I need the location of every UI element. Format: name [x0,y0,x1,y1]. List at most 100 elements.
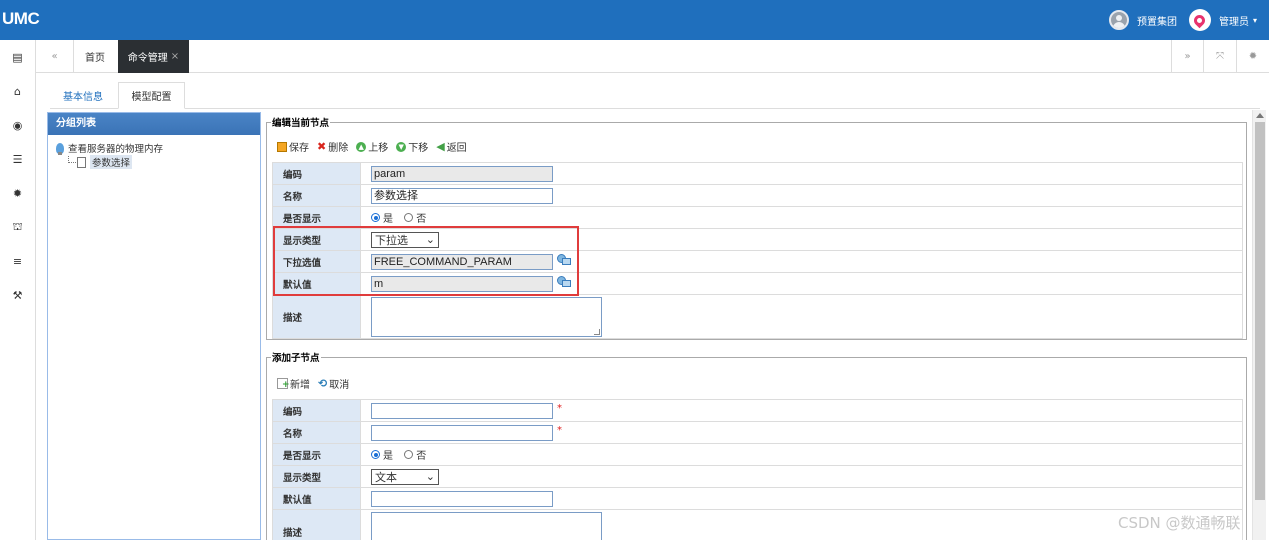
display-label: 是否显示 [272,443,361,466]
new-button[interactable]: 新增 [277,376,310,391]
move-down-button[interactable]: ▼ 下移 [396,139,428,154]
description-textarea[interactable] [371,296,602,337]
caret-down-icon: ▾ [1252,15,1257,25]
back-button[interactable]: ◀ 返回 [436,139,466,154]
tab-scroll-right-icon[interactable]: » [1171,40,1203,73]
radio-yes-label: 是 [383,214,393,225]
fullscreen-icon[interactable]: ⤧ [1203,40,1236,73]
highlight-box [273,226,579,296]
chevron-down-icon: ⌄ [425,471,435,483]
tab-scroll-left-icon[interactable]: « [36,40,74,73]
org-avatar-icon [1108,10,1129,30]
bulb-icon [56,142,64,155]
delete-icon: ✖ [317,140,327,153]
radio-no-label: 否 [416,214,427,225]
radio-yes[interactable] [371,213,380,222]
default-value-label: 默认值 [272,487,361,510]
arrow-down-icon: ▼ [396,141,407,152]
app-logo: UMC [2,9,40,28]
fieldset-legend: 编辑当前节点 [272,118,330,129]
document-icon [77,156,86,168]
name-label: 名称 [272,184,361,207]
org-name: 预置集团 [1136,16,1177,28]
description-label: 描述 [272,294,361,339]
tree-node-label: 查看服务器的物理内存 [68,144,164,155]
tree-node-label: 参数选择 [90,155,133,169]
location-pin-icon [1188,9,1211,31]
radio-no-label: 否 [416,451,427,462]
top-right-area: 预置集团 管理员 ▾ [1108,0,1269,40]
new-label: 新增 [290,380,310,391]
tab-model-config[interactable]: 模型配置 [118,82,185,109]
tab-command-management[interactable]: 命令管理 × [118,40,189,73]
tree-node-root[interactable]: 查看服务器的物理内存 [56,141,260,155]
wrench-icon[interactable]: ⚒ [0,278,35,312]
edit-toolbar: 保存 ✖ 删除 ▲ 上移 ▼ 下移 ◀ 返回 [277,139,475,154]
scroll-up-icon[interactable] [1256,113,1264,118]
delete-label: 删除 [328,143,349,154]
close-icon[interactable]: × [171,51,179,62]
code-input[interactable]: param [371,165,553,182]
panel-title: 分组列表 [48,113,260,135]
add-document-icon [277,378,290,390]
required-mark: * [557,424,562,436]
arrow-up-icon: ▲ [356,141,367,152]
vertical-scrollbar[interactable] [1252,110,1266,540]
eye-icon[interactable]: ◉ [0,108,35,142]
user-name: 管理员 [1218,16,1249,28]
code-label: 编码 [272,399,361,422]
org-switcher[interactable]: 预置集团 [1108,10,1177,30]
scroll-thumb[interactable] [1255,122,1265,500]
bank-icon[interactable]: ⌂ [0,74,35,108]
tree-connector [68,155,76,163]
radio-no[interactable] [404,213,414,222]
new-default-value-input[interactable] [371,490,553,507]
radio-yes-label: 是 [383,451,393,462]
description-label: 描述 [272,509,361,540]
left-icon-bar: ▤ ⌂ ◉ ☰ ✹ ⛫ ≡ ⚒ [0,40,36,540]
required-mark: * [557,402,562,414]
back-arrow-icon: ◀ [436,140,445,153]
tab-home[interactable]: 首页 [74,40,116,73]
refresh-icon: ⟲ [318,377,328,390]
new-code-input[interactable] [371,402,553,419]
back-label: 返回 [446,143,467,154]
move-down-label: 下移 [408,143,429,154]
top-bar: UMC 预置集团 管理员 ▾ [0,0,1269,40]
display-type-label: 显示类型 [272,465,361,488]
select-value: 文本 [375,471,397,484]
cancel-button[interactable]: ⟲ 取消 [318,376,349,391]
radio-yes[interactable] [371,450,380,459]
name-label: 名称 [272,421,361,444]
list-icon[interactable]: ≡ [0,244,35,278]
name-input[interactable]: 参数选择 [371,187,553,204]
table-icon[interactable]: ☰ [0,142,35,176]
add-child-form: 编码 * 名称 * 是否显示 是 否 显示类型 文本 ⌄ 默认值 描述 [272,399,1243,540]
new-display-type-select[interactable]: 文本 ⌄ [371,468,439,485]
user-menu[interactable]: 管理员 ▾ [1188,9,1257,31]
save-button[interactable]: 保存 [277,139,309,154]
group-list-panel: 分组列表 查看服务器的物理内存 参数选择 [47,112,261,540]
add-toolbar: 新增 ⟲取消 [277,376,357,391]
id-card-icon[interactable]: ▤ [0,40,35,74]
tab-basic-info[interactable]: 基本信息 [50,82,116,109]
delete-button[interactable]: ✖ 删除 [317,139,348,154]
code-label: 编码 [272,162,361,185]
move-up-button[interactable]: ▲ 上移 [356,139,388,154]
group-tree: 查看服务器的物理内存 参数选择 [48,135,260,169]
radio-no[interactable] [404,450,414,459]
save-label: 保存 [289,143,309,154]
new-name-input[interactable] [371,424,553,441]
new-description-textarea[interactable] [371,511,602,540]
watermark: CSDN @数通畅联 [1118,514,1241,532]
sub-tab-bar: 基本信息 模型配置 [50,82,1260,109]
gear-icon[interactable]: ✹ [0,176,35,210]
move-up-label: 上移 [368,143,389,154]
sitemap-icon[interactable]: ⛫ [0,210,35,244]
page-tab-bar: « 首页 命令管理 × » ⤧ ✹ [36,40,1269,73]
tab-label: 命令管理 [127,53,168,64]
cancel-label: 取消 [329,380,350,391]
settings-icon[interactable]: ✹ [1236,40,1269,73]
save-icon [277,141,287,152]
tree-node-child[interactable]: 参数选择 [56,155,260,169]
